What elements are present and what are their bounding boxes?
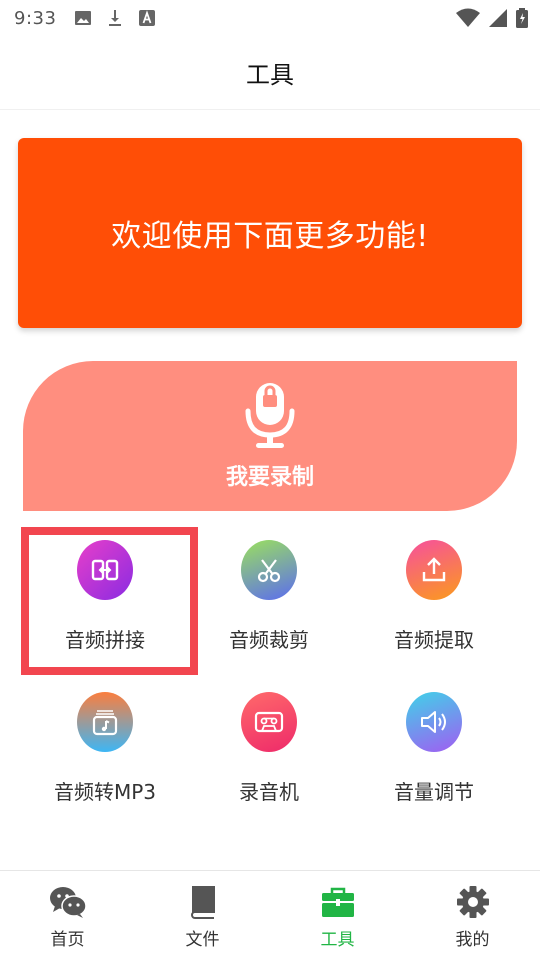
status-notification-icons (74, 9, 156, 27)
banner-text: 欢迎使用下面更多功能! (111, 219, 429, 254)
microphone-icon (245, 383, 295, 448)
tool-label: 录音机 (239, 780, 299, 804)
nav-item-files[interactable]: 文件 (135, 871, 270, 960)
tool-icon-circle (241, 692, 297, 752)
nav-item-tools[interactable]: 工具 (270, 871, 405, 960)
tool-label: 音量调节 (394, 780, 474, 804)
book-icon (190, 886, 215, 919)
tool-icon-circle (77, 540, 133, 600)
wifi-icon (456, 8, 480, 27)
gear-icon (456, 886, 489, 918)
tool-volume-adjust[interactable]: 音量调节 (349, 677, 519, 817)
tool-recorder[interactable]: 录音机 (184, 677, 354, 817)
tool-label: 音频裁剪 (229, 628, 309, 652)
tool-audio-merge[interactable]: 音频拼接 (20, 525, 190, 665)
status-system-icons (456, 8, 528, 28)
tool-icon-circle (406, 540, 462, 600)
status-time: 9:33 (14, 7, 57, 29)
nav-label: 我的 (455, 930, 490, 950)
nav-label: 文件 (185, 930, 220, 950)
scissors-icon (257, 559, 281, 583)
upload-icon (422, 557, 446, 582)
tool-label: 音频转MP3 (53, 780, 157, 804)
toolbox-icon (321, 887, 354, 917)
nav-item-mine[interactable]: 我的 (405, 871, 540, 960)
record-button[interactable]: 我要录制 (23, 361, 517, 511)
signal-icon (489, 9, 507, 27)
merge-icon (91, 559, 119, 581)
nav-item-home[interactable]: 首页 (0, 871, 135, 960)
battery-icon (516, 8, 528, 28)
tool-audio-trim[interactable]: 音频裁剪 (184, 525, 354, 665)
chat-icon (49, 887, 87, 918)
nav-label: 工具 (320, 930, 355, 950)
music-file-icon (92, 710, 118, 736)
bottom-nav: 首页 文件 工具 我的 (0, 870, 540, 960)
tool-audio-to-mp3[interactable]: 音频转MP3 (20, 677, 190, 817)
tool-icon-circle (241, 540, 297, 600)
page-title: 工具 (246, 61, 294, 89)
font-icon (139, 10, 156, 26)
tool-label: 音频拼接 (65, 628, 145, 652)
speaker-icon (421, 711, 446, 733)
tool-audio-extract[interactable]: 音频提取 (349, 525, 519, 665)
title-bar: 工具 (0, 36, 540, 110)
status-bar: 9:33 (0, 0, 540, 36)
tool-icon-circle (77, 692, 133, 752)
tool-label: 音频提取 (394, 628, 474, 652)
image-icon (75, 11, 92, 25)
nav-label: 首页 (50, 930, 85, 950)
cassette-icon (254, 711, 284, 733)
tool-icon-circle (406, 692, 462, 752)
record-label: 我要录制 (225, 465, 314, 490)
download-icon (109, 10, 122, 26)
welcome-banner[interactable]: 欢迎使用下面更多功能! (18, 138, 522, 328)
